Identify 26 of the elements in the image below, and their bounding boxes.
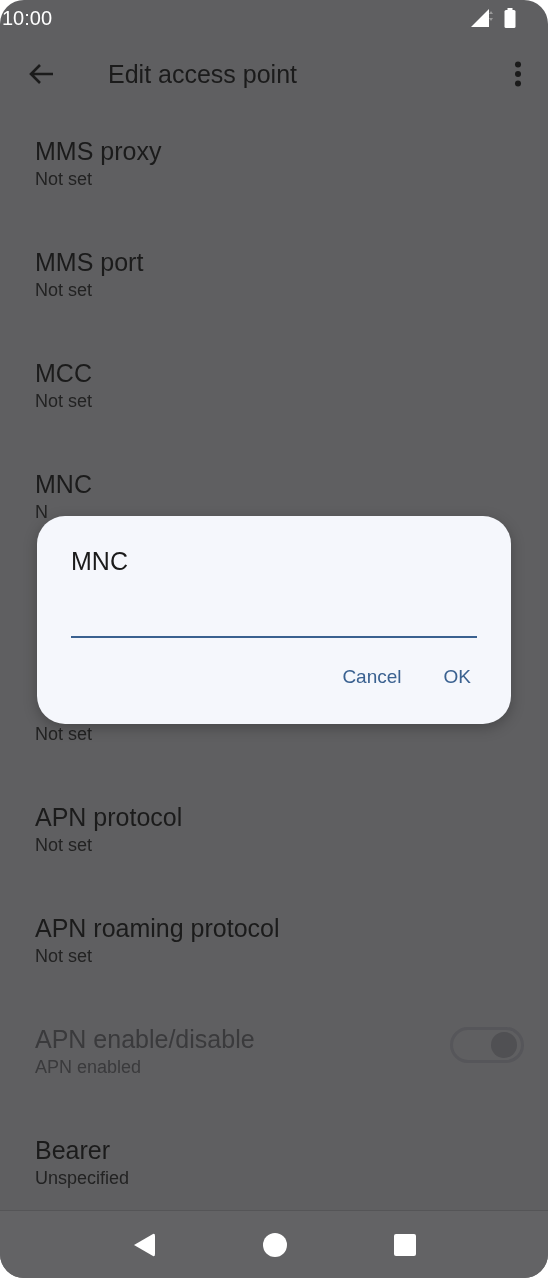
setting-title[interactable]: APN protocol	[35, 799, 524, 835]
recents-icon[interactable]	[394, 1233, 417, 1256]
screen-title: Edit access point	[108, 59, 298, 89]
home-icon[interactable]	[263, 1232, 287, 1257]
setting-summary: Not set	[35, 723, 94, 746]
setting-summary: Unspecified	[35, 1167, 131, 1190]
dialog-button[interactable]: OK	[433, 658, 481, 696]
setting-title[interactable]: MMS port	[35, 244, 524, 280]
setting-title[interactable]: MNC	[35, 466, 524, 502]
more-options-icon[interactable]	[514, 61, 522, 87]
setting-summary: Not set	[35, 168, 94, 191]
setting-title[interactable]: MMS proxy	[35, 133, 524, 169]
setting-title[interactable]: MCC	[35, 355, 524, 391]
setting-summary: Not set	[35, 279, 94, 302]
setting-title[interactable]: Bearer	[35, 1132, 524, 1168]
setting-summary: Not set	[35, 834, 94, 857]
setting-summary: N	[35, 501, 49, 524]
battery-icon	[504, 8, 516, 28]
back-arrow-icon[interactable]	[28, 63, 54, 85]
dialog-button[interactable]: Cancel	[332, 658, 412, 696]
dialog-title: MNC	[71, 546, 129, 577]
setting-summary: Not set	[35, 390, 94, 413]
setting-title[interactable]: APN roaming protocol	[35, 910, 524, 946]
status-time: 10:00	[2, 6, 53, 30]
setting-summary: Not set	[35, 945, 94, 968]
signal-icon	[470, 8, 494, 28]
